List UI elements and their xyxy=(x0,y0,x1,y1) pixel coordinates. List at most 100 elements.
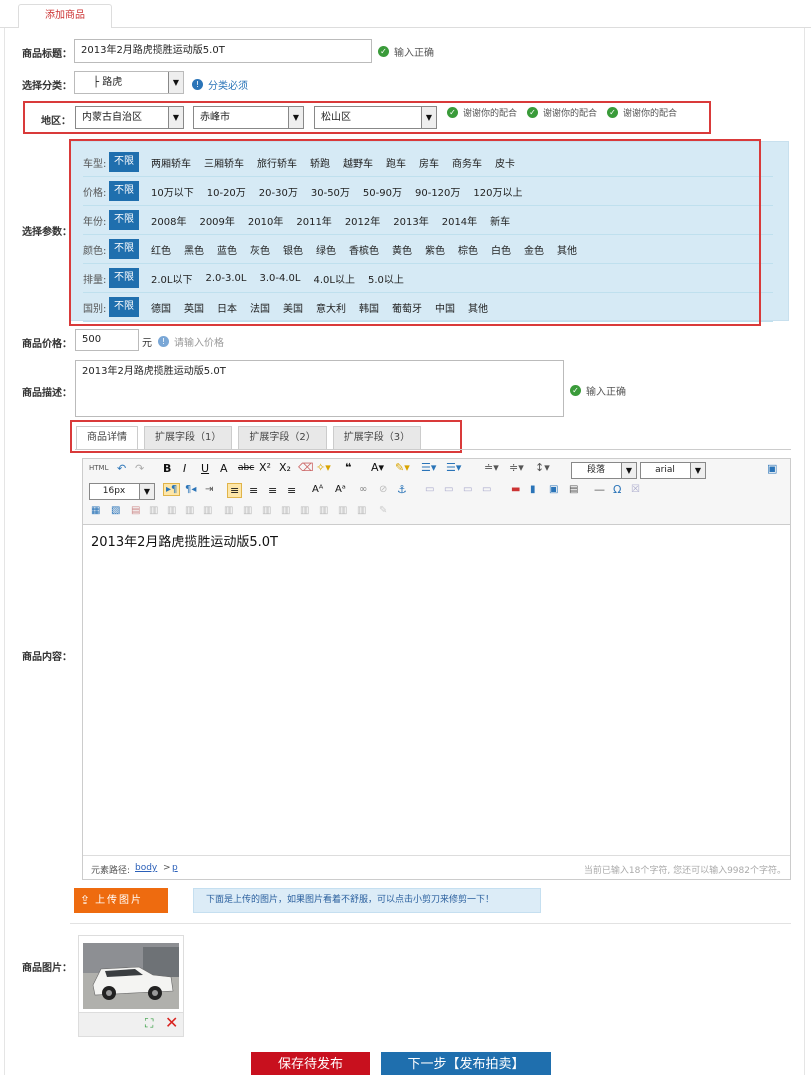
paragraph-select[interactable]: 段落 ▼ xyxy=(571,462,637,479)
bold-icon[interactable]: B xyxy=(163,462,171,475)
split-cells-icon[interactable]: ▥ xyxy=(281,505,290,516)
unlink-icon[interactable]: ⊘ xyxy=(379,484,387,495)
price-label: 商品价格： xyxy=(22,339,72,350)
next-step-button[interactable]: 下一步【发布拍卖】 xyxy=(381,1052,551,1075)
eraser-icon[interactable]: ⌫ xyxy=(298,461,314,474)
link-icon[interactable]: ∞ xyxy=(359,484,367,495)
rtl-icon[interactable]: ¶◂ xyxy=(185,484,196,495)
upload-tip: 下面是上传的图片，如果图片看着不舒服，可以点击小剪刀来修剪一下！ xyxy=(193,888,541,913)
image-none-icon[interactable]: ▭ xyxy=(425,484,434,495)
align-justify-icon[interactable]: ≡ xyxy=(287,484,296,497)
underline-icon[interactable]: U xyxy=(201,462,209,475)
horizontal-rule-icon[interactable]: — xyxy=(594,483,605,496)
align-center-icon[interactable]: ≡ xyxy=(249,484,258,497)
chevron-down-icon: ▼ xyxy=(168,72,183,93)
path-body-link[interactable]: body xyxy=(135,863,157,873)
split-rows-icon[interactable]: ▥ xyxy=(300,505,309,516)
row-spacing-bottom-icon[interactable]: ≑▾ xyxy=(509,461,524,474)
chevron-down-icon: ▼ xyxy=(168,107,183,128)
font-family-select[interactable]: arial ▼ xyxy=(640,462,706,479)
row-spacing-top-icon[interactable]: ≐▾ xyxy=(484,461,499,474)
table-properties-icon[interactable]: ▧ xyxy=(111,505,120,516)
delete-icon[interactable]: ✕ xyxy=(165,1013,178,1032)
region-msg-2: ✓ 谢谢你的配合 xyxy=(527,106,597,119)
province-value: 内蒙古自治区 xyxy=(82,112,142,123)
image-center-icon[interactable]: ▭ xyxy=(482,484,491,495)
tab-add-product[interactable]: 添加商品 xyxy=(18,4,112,28)
html-source-icon[interactable]: HTML xyxy=(89,464,108,472)
insert-map-icon[interactable]: ▣ xyxy=(549,484,558,495)
align-right-icon[interactable]: ≡ xyxy=(268,484,277,497)
superscript-icon[interactable]: X² xyxy=(259,461,271,474)
image-left-icon[interactable]: ▭ xyxy=(444,484,453,495)
subscript-icon[interactable]: X₂ xyxy=(279,461,291,474)
fullscreen-icon[interactable]: ▣ xyxy=(767,462,777,475)
insert-row-icon[interactable]: ▥ xyxy=(149,505,158,516)
city-select[interactable]: 赤峰市 ▼ xyxy=(193,106,304,129)
desc-textarea[interactable]: 2013年2月路虎揽胜运动版5.0T xyxy=(75,360,564,417)
category-select[interactable]: ├ 路虎 ▼ xyxy=(74,71,184,94)
district-value: 松山区 xyxy=(321,112,351,123)
crop-icon[interactable]: ⛶ xyxy=(145,1016,153,1031)
merge-cells-icon[interactable]: ▥ xyxy=(224,505,233,516)
insert-table-icon[interactable]: ▦ xyxy=(91,505,100,516)
to-uppercase-icon[interactable]: Aᴬ xyxy=(312,484,323,495)
italic-icon[interactable]: I xyxy=(183,462,186,475)
ordered-list-icon[interactable]: ☰▾ xyxy=(421,461,436,474)
upload-rule xyxy=(70,923,791,924)
special-char-icon[interactable]: Ω xyxy=(613,483,621,496)
merge-down-icon[interactable]: ▥ xyxy=(262,505,271,516)
city-value: 赤峰市 xyxy=(200,112,230,123)
delete-table-icon[interactable]: ▤ xyxy=(131,505,140,516)
table-width-icon[interactable]: ▥ xyxy=(357,505,366,516)
indent-icon[interactable]: ⇥ xyxy=(205,484,213,495)
font-color-icon[interactable]: A▾ xyxy=(371,461,384,474)
format-painter-icon[interactable]: ✧▾ xyxy=(316,461,331,474)
emotion-icon[interactable]: ☒ xyxy=(631,484,640,495)
align-left-icon[interactable]: ≡ xyxy=(227,483,243,498)
anchor-icon[interactable]: ⚓ xyxy=(397,483,407,496)
strikethrough-icon[interactable]: abc xyxy=(238,463,254,473)
delete-row-icon[interactable]: ▥ xyxy=(167,505,176,516)
insert-image-icon[interactable]: ▬ xyxy=(511,484,520,495)
check-icon: ✓ xyxy=(607,107,618,118)
price-input[interactable]: 500 xyxy=(75,329,139,351)
split-cols-icon[interactable]: ▥ xyxy=(319,505,328,516)
content-label: 商品内容： xyxy=(22,652,72,663)
province-select[interactable]: 内蒙古自治区 ▼ xyxy=(75,106,184,129)
product-thumbnail[interactable] xyxy=(83,943,179,1009)
attachment-icon[interactable]: ▤ xyxy=(569,484,578,495)
font-size-select[interactable]: 16px ▼ xyxy=(89,483,155,500)
editor-statusbar: 元素路径: body > p 当前已输入18个字符, 您还可以输入9982个字符… xyxy=(83,855,790,879)
path-p-link[interactable]: p xyxy=(172,863,178,873)
region-msg-text: 谢谢你的配合 xyxy=(463,109,518,119)
blockquote-icon[interactable]: ❝ xyxy=(345,461,351,474)
upload-image-button[interactable]: ⇪ 上传图片 xyxy=(74,888,168,913)
to-lowercase-icon[interactable]: Aᵃ xyxy=(335,484,346,495)
category-value: ├ 路虎 xyxy=(93,77,123,88)
table-bg-icon[interactable]: ▥ xyxy=(338,505,347,516)
tab-rule xyxy=(0,27,811,28)
check-icon: ✓ xyxy=(570,385,581,396)
redo-icon[interactable]: ↷ xyxy=(135,462,144,475)
line-height-icon[interactable]: ↕▾ xyxy=(535,461,550,474)
check-icon: ✓ xyxy=(447,107,458,118)
district-select[interactable]: 松山区 ▼ xyxy=(314,106,437,129)
undo-icon[interactable]: ↶ xyxy=(117,462,126,475)
delete-col-icon[interactable]: ▥ xyxy=(203,505,212,516)
unordered-list-icon[interactable]: ☰▾ xyxy=(446,461,461,474)
chevron-down-icon: ▼ xyxy=(139,484,154,499)
highlight-color-icon[interactable]: ✎▾ xyxy=(395,461,410,474)
region-msg-3: ✓ 谢谢你的配合 xyxy=(607,106,677,119)
editor-content[interactable]: 2013年2月路虎揽胜运动版5.0T xyxy=(91,531,278,550)
save-draft-button[interactable]: 保存待发布 xyxy=(251,1052,370,1075)
pen-icon[interactable]: ✎ xyxy=(379,505,387,516)
ltr-icon[interactable]: ▸¶ xyxy=(163,483,181,496)
insert-col-icon[interactable]: ▥ xyxy=(185,505,194,516)
char-counter: 当前已输入18个字符, 您还可以输入9982个字符。 xyxy=(583,866,786,876)
merge-right-icon[interactable]: ▥ xyxy=(243,505,252,516)
image-right-icon[interactable]: ▭ xyxy=(463,484,472,495)
title-input[interactable]: 2013年2月路虎揽胜运动版5.0T xyxy=(74,39,372,63)
font-border-icon[interactable]: A xyxy=(220,462,228,475)
insert-video-icon[interactable]: ▮ xyxy=(530,484,536,495)
